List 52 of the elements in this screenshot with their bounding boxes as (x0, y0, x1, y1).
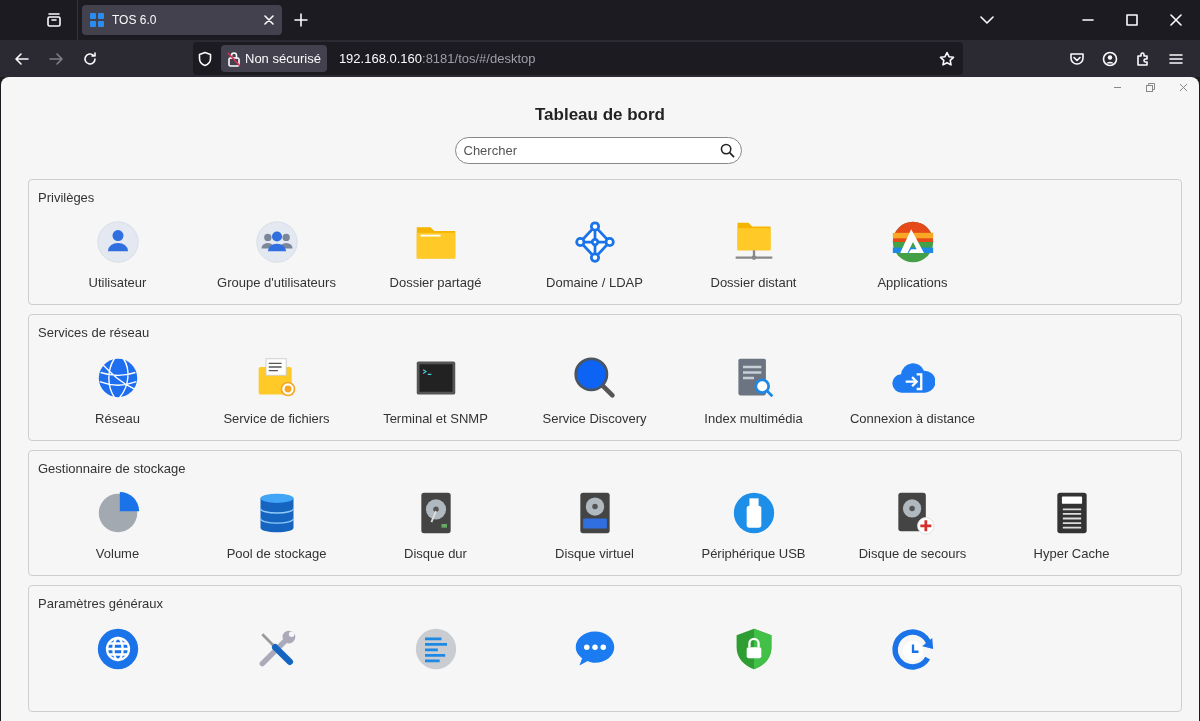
app-logo-icon[interactable] (890, 220, 935, 265)
section-title: Gestionnaire de stockage (38, 459, 187, 478)
app-label[interactable]: Dossier partagé (389, 273, 482, 293)
security-indicator[interactable]: Non sécurisé (221, 45, 327, 72)
app-label[interactable]: Domaine / LDAP (546, 273, 643, 293)
globe-icon[interactable] (95, 626, 140, 671)
url-text[interactable]: 192.168.0.160:8181/tos/#/desktop (338, 48, 931, 69)
section-title: Services de réseau (38, 324, 151, 343)
magnifier-icon[interactable] (572, 355, 617, 400)
app-label[interactable]: Terminal et SNMP (383, 408, 488, 429)
chevron-down-icon[interactable] (980, 15, 994, 25)
app-label[interactable]: Utilisateur (88, 273, 147, 293)
people-icon[interactable] (254, 220, 299, 265)
text-lines-icon[interactable] (413, 626, 458, 671)
section-title: Paramètres généraux (38, 595, 164, 614)
star-icon[interactable] (939, 50, 955, 67)
app-label[interactable]: Hyper Cache (1033, 544, 1110, 564)
back-arrow-icon[interactable] (14, 50, 30, 67)
app-label[interactable]: Volume (95, 544, 140, 564)
shield-icon[interactable] (197, 50, 213, 67)
puzzle-icon[interactable] (1135, 50, 1151, 67)
app-label[interactable]: Groupe d'utilisateurs (217, 273, 336, 293)
user-icon[interactable] (95, 220, 140, 265)
app-label[interactable]: Pool de stockage (226, 544, 327, 564)
restore-icon[interactable] (1146, 82, 1155, 92)
section-title: Privilèges (38, 188, 96, 207)
tab-list-icon[interactable] (45, 12, 62, 28)
search-icon[interactable] (719, 143, 735, 159)
app-label[interactable]: Index multimédia (704, 408, 803, 429)
app-label[interactable]: Service Discovery (542, 408, 647, 429)
maximize-icon[interactable] (1126, 14, 1138, 26)
app-label[interactable]: Connexion à distance (850, 408, 975, 429)
new-tab-icon[interactable] (294, 13, 308, 27)
reload-icon[interactable] (82, 50, 98, 67)
app-label[interactable]: Disque virtuel (555, 544, 634, 564)
network-nodes-icon[interactable] (572, 220, 617, 265)
app-label[interactable]: Périphérique USB (701, 544, 806, 564)
page-title: Tableau de bord (534, 103, 665, 126)
pocket-icon[interactable] (1069, 50, 1085, 67)
app-label[interactable]: Dossier distant (710, 273, 797, 293)
clock-refresh-icon[interactable] (890, 626, 935, 671)
app-label[interactable]: Disque dur (404, 544, 467, 564)
search-field[interactable]: Chercher (454, 137, 742, 165)
grid-logo-icon (90, 13, 104, 27)
account-icon[interactable] (1102, 50, 1118, 67)
app-label[interactable]: Réseau (95, 408, 140, 429)
usb-stick-icon[interactable] (731, 491, 776, 536)
app-label[interactable]: Applications (877, 273, 948, 293)
app-label[interactable]: Service de fichiers (223, 408, 330, 429)
lock-slash-icon (227, 50, 241, 67)
app-label[interactable]: Disque de secours (858, 544, 967, 564)
browser-tab[interactable]: TOS 6.0 (82, 5, 282, 35)
